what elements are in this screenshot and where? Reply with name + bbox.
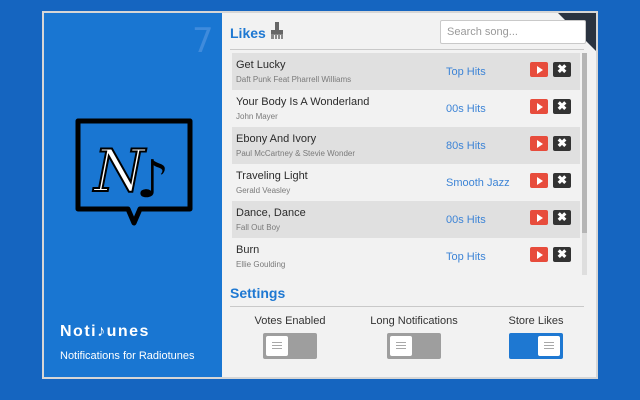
toggle-knob bbox=[266, 336, 288, 356]
station-link[interactable]: Top Hits bbox=[446, 66, 486, 78]
song-artist: Gerald Veasley bbox=[236, 186, 291, 195]
station-link[interactable]: 00s Hits bbox=[446, 103, 486, 115]
station-link[interactable]: 00s Hits bbox=[446, 214, 486, 226]
setting-label: Long Notifications bbox=[370, 315, 458, 327]
app-tagline: Notifications for Radiotunes bbox=[60, 350, 195, 362]
delete-button[interactable]: ✖ bbox=[553, 99, 571, 114]
station-link[interactable]: Smooth Jazz bbox=[446, 177, 510, 189]
content-panel: Likes Get Lucky Daft Punk Feat Pharrell … bbox=[222, 13, 596, 377]
search-input[interactable] bbox=[440, 20, 586, 44]
song-title: Ebony And Ivory bbox=[236, 133, 317, 145]
song-title: Your Body Is A Wonderland bbox=[236, 96, 370, 108]
station-link[interactable]: Top Hits bbox=[446, 251, 486, 263]
play-button[interactable] bbox=[530, 62, 548, 77]
settings-divider bbox=[230, 306, 584, 307]
toggle-knob bbox=[538, 336, 560, 356]
scrollbar-thumb[interactable] bbox=[582, 53, 587, 233]
delete-button[interactable]: ✖ bbox=[553, 62, 571, 77]
delete-button[interactable]: ✖ bbox=[553, 136, 571, 151]
song-row: Dance, Dance Fall Out Boy 00s Hits ✖ bbox=[232, 201, 580, 238]
play-button[interactable] bbox=[530, 247, 548, 262]
liked-songs-list[interactable]: Get Lucky Daft Punk Feat Pharrell Willia… bbox=[232, 53, 580, 275]
song-title: Burn bbox=[236, 244, 260, 256]
station-link[interactable]: 80s Hits bbox=[446, 140, 486, 152]
song-artist: Fall Out Boy bbox=[236, 223, 281, 232]
song-row: Get Lucky Daft Punk Feat Pharrell Willia… bbox=[232, 53, 580, 90]
setting-label: Votes Enabled bbox=[254, 315, 326, 327]
setting-label: Store Likes bbox=[508, 315, 564, 327]
settings-heading: Settings bbox=[230, 285, 286, 301]
song-title: Traveling Light bbox=[236, 170, 308, 182]
likes-divider bbox=[230, 49, 584, 50]
broom-icon[interactable] bbox=[270, 22, 284, 40]
song-artist: Ellie Goulding bbox=[236, 260, 286, 269]
list-scrollbar[interactable] bbox=[582, 53, 587, 275]
app-logo-icon: N ♪ bbox=[72, 117, 196, 235]
votes-enabled-toggle[interactable] bbox=[263, 333, 317, 359]
setting-long-notifications: Long Notifications bbox=[354, 315, 474, 364]
setting-store-likes: Store Likes bbox=[476, 315, 596, 364]
store-likes-toggle[interactable] bbox=[509, 333, 563, 359]
play-button[interactable] bbox=[530, 210, 548, 225]
play-button[interactable] bbox=[530, 99, 548, 114]
setting-votes-enabled: Votes Enabled bbox=[230, 315, 350, 364]
delete-button[interactable]: ✖ bbox=[553, 210, 571, 225]
song-row: Ebony And Ivory Paul McCartney & Stevie … bbox=[232, 127, 580, 164]
play-button[interactable] bbox=[530, 173, 548, 188]
song-artist: Daft Punk Feat Pharrell Williams bbox=[236, 75, 352, 84]
brand-panel: 7 N ♪ Noti♪unes Notifications for Radiot… bbox=[44, 13, 222, 377]
song-title: Dance, Dance bbox=[236, 207, 306, 219]
logo-note: ♪ bbox=[136, 150, 169, 210]
song-title: Get Lucky bbox=[236, 59, 286, 71]
delete-button[interactable]: ✖ bbox=[553, 173, 571, 188]
song-row: Your Body Is A Wonderland John Mayer 00s… bbox=[232, 90, 580, 127]
play-button[interactable] bbox=[530, 136, 548, 151]
extension-popup: 7 N ♪ Noti♪unes Notifications for Radiot… bbox=[42, 11, 598, 379]
likes-heading: Likes bbox=[230, 25, 266, 41]
long-notifications-toggle[interactable] bbox=[387, 333, 441, 359]
song-artist: John Mayer bbox=[236, 112, 278, 121]
delete-button[interactable]: ✖ bbox=[553, 247, 571, 262]
song-row: Traveling Light Gerald Veasley Smooth Ja… bbox=[232, 164, 580, 201]
song-artist: Paul McCartney & Stevie Wonder bbox=[236, 149, 356, 158]
toggle-knob bbox=[390, 336, 412, 356]
song-row: Burn Ellie Goulding Top Hits ✖ bbox=[232, 238, 580, 275]
ghost-number: 7 bbox=[192, 21, 214, 61]
app-name: Noti♪unes bbox=[60, 323, 150, 340]
